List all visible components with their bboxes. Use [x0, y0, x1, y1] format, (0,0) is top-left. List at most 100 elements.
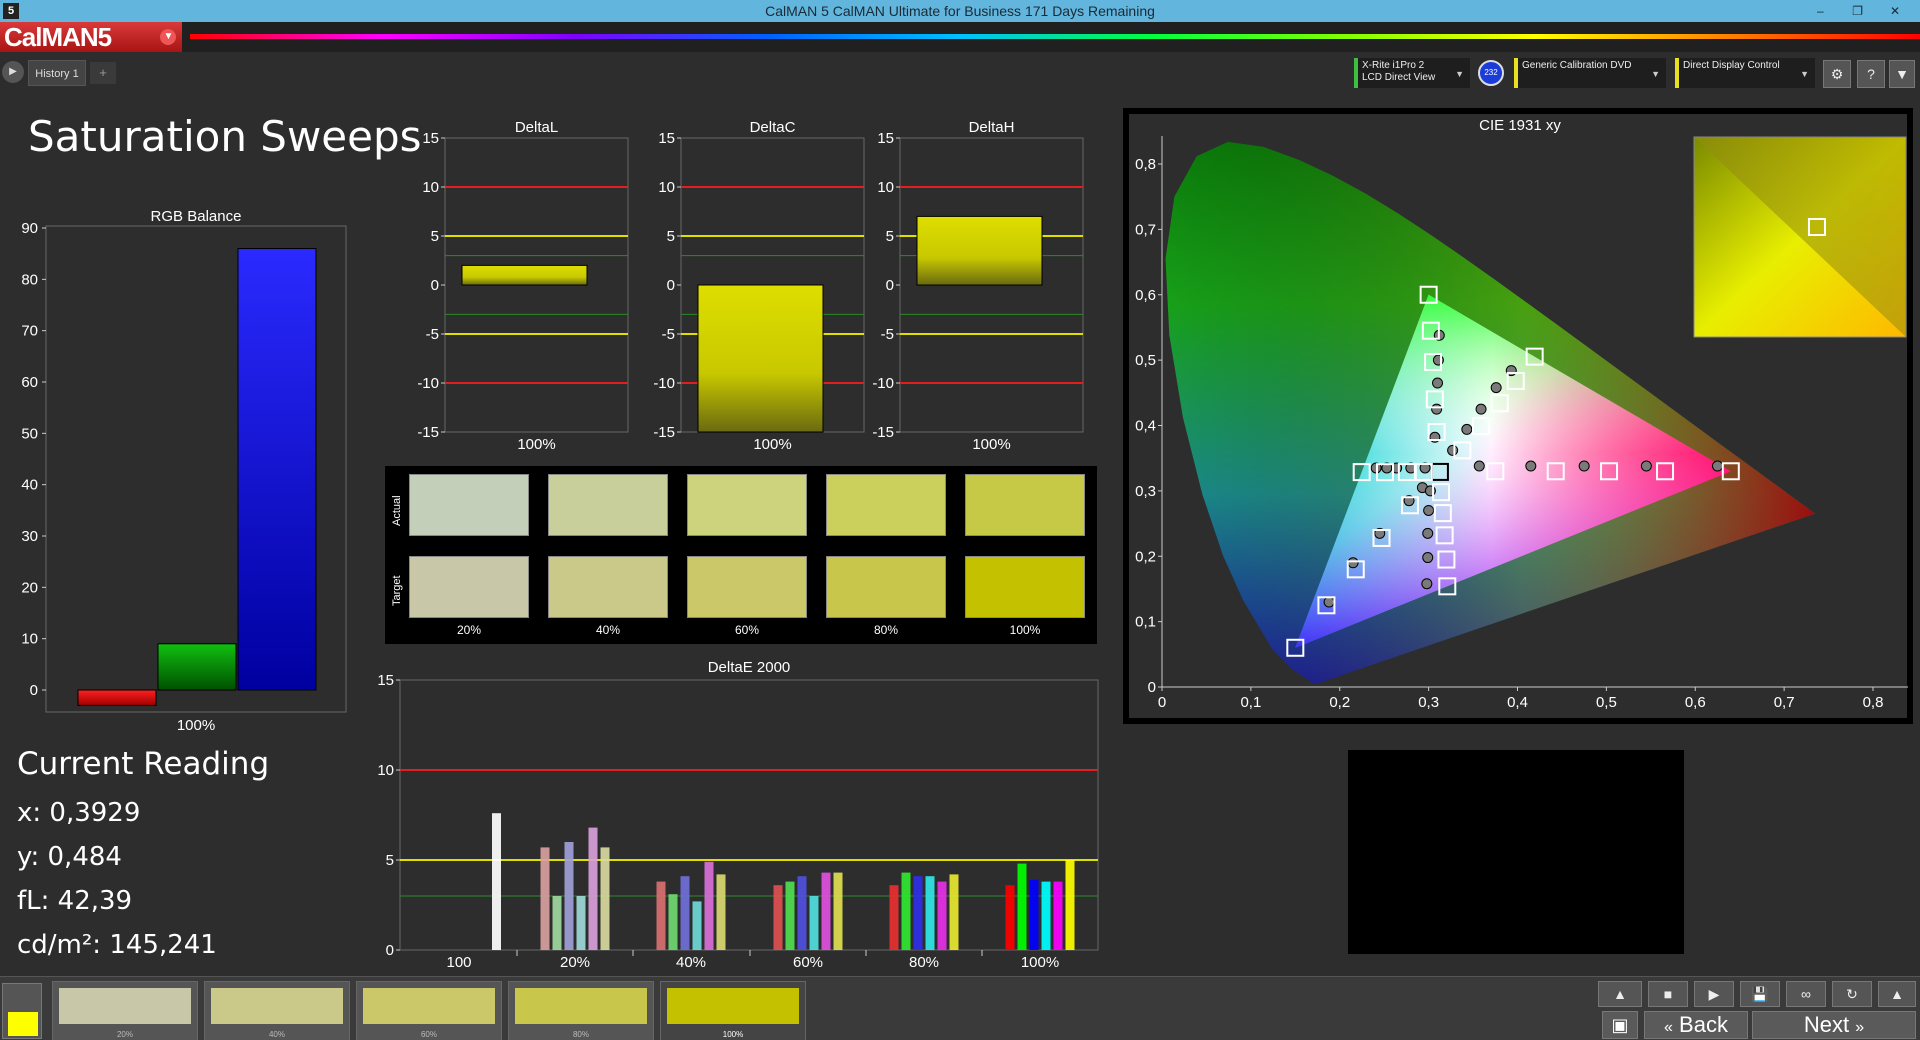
swatch-tile[interactable]: 100%	[660, 981, 806, 1040]
y-tick-label: -5	[426, 326, 439, 343]
x-tick-label: 100%	[517, 436, 555, 453]
measured-point	[1347, 557, 1359, 569]
swatch-tile[interactable]: 40%	[204, 981, 350, 1040]
measured-point	[1640, 460, 1652, 472]
chart-title: DeltaE 2000	[708, 659, 791, 676]
measured-point	[1432, 377, 1444, 389]
swatch-tile[interactable]: 60%	[356, 981, 502, 1040]
y-tick-label: 0	[386, 942, 394, 959]
y-tick-label: 0,4	[1135, 418, 1156, 435]
up-arrow-icon[interactable]: ▲	[1598, 981, 1642, 1007]
patch-label: 80%	[873, 623, 899, 637]
y-tick-label: -15	[872, 424, 894, 441]
swatch-label: 100%	[722, 1030, 744, 1039]
actual-patch	[548, 474, 668, 536]
up-arrow-icon[interactable]: ▲	[1878, 981, 1916, 1007]
stop-square-icon[interactable]: ▣	[1602, 1011, 1638, 1039]
y-tick-label: 10	[877, 179, 894, 196]
deltae-bar	[1005, 885, 1015, 950]
deltae-bar	[1065, 860, 1075, 950]
calman-window: 5 CalMAN 5 CalMAN Ultimate for Business …	[0, 0, 1920, 1040]
deltae-bar	[949, 874, 959, 950]
swatch-color	[363, 988, 495, 1024]
swatch-color	[211, 988, 343, 1024]
y-tick-label: -10	[872, 375, 894, 392]
actual-row-label: Actual	[391, 495, 403, 526]
patch-label: 60%	[734, 623, 760, 637]
delta-bar	[916, 215, 1043, 286]
deltae-bar	[540, 847, 550, 950]
x-tick-label: 0,2	[1329, 694, 1350, 711]
next-button[interactable]: Next »	[1752, 1011, 1916, 1039]
y-tick-label: 0,7	[1135, 221, 1156, 238]
deltae-bar	[552, 896, 562, 950]
y-tick-label: 0,3	[1135, 483, 1156, 500]
y-tick-label: 0,2	[1135, 548, 1156, 565]
measured-point	[1447, 444, 1459, 456]
y-tick-label: 0,6	[1135, 287, 1156, 304]
refresh-icon[interactable]: ↻	[1832, 981, 1872, 1007]
swatch-label: 40%	[268, 1030, 285, 1039]
next-label: Next	[1803, 1012, 1850, 1037]
measured-point	[1422, 527, 1434, 539]
y-tick-label: -10	[653, 375, 675, 392]
stop-icon[interactable]: ■	[1648, 981, 1688, 1007]
deltae-bar	[901, 872, 911, 950]
measured-point	[1422, 552, 1434, 564]
deltae-bar	[937, 881, 947, 950]
save-icon[interactable]: 💾	[1740, 981, 1780, 1007]
target-patch	[687, 556, 807, 618]
plot-area	[399, 679, 1099, 951]
chart-title: RGB Balance	[151, 208, 242, 225]
current-color-fill	[8, 1012, 38, 1036]
swatch-label: 20%	[116, 1030, 133, 1039]
deltae-2000-chart: DeltaE 2000 0 5 10 15 100 20% 40% 60% 80% 100%	[377, 659, 1099, 971]
back-button[interactable]: « Back	[1644, 1011, 1748, 1039]
deltae-bar	[680, 876, 690, 950]
x-tick-label: 40%	[676, 954, 706, 971]
deltae-bar	[913, 876, 923, 950]
y-tick-label: 0,5	[1135, 352, 1156, 369]
y-tick-label: 15	[658, 130, 675, 147]
x-tick-label: 100	[446, 954, 471, 971]
cie-1931-chart: CIE 1931 xy 0 0,1 0,2 0,3 0,4 0,5 0,6 0,7 0,8 0 0,1…	[1123, 108, 1913, 724]
actual-patch	[826, 474, 946, 536]
deltal-chart: DeltaL 15 10 5 0 -5 -10 -15 100%	[417, 119, 629, 453]
y-tick-label: 0	[1148, 679, 1156, 696]
y-tick-label: 0	[431, 277, 439, 294]
loop-icon[interactable]: ∞	[1786, 981, 1826, 1007]
y-tick-label: 5	[386, 852, 394, 869]
deltah-chart: DeltaH 15 10 5 0 -5 -10 -15 100%	[872, 119, 1084, 453]
y-tick-label: -15	[653, 424, 675, 441]
measured-point	[1578, 460, 1590, 472]
deltae-bar	[576, 896, 586, 950]
deltae-bar	[1053, 881, 1063, 950]
delta-bar	[461, 264, 588, 286]
swatch-tile[interactable]: 20%	[52, 981, 198, 1040]
actual-patch	[409, 474, 529, 536]
deltae-bar	[656, 881, 666, 950]
target-patch	[826, 556, 946, 618]
y-tick-label: 40	[21, 477, 38, 494]
chart-title: DeltaH	[969, 119, 1015, 136]
deltae-bar	[809, 896, 819, 950]
delta-bar	[697, 284, 824, 433]
x-tick-label: 0,6	[1685, 694, 1706, 711]
reading-fl: fL: 42,39	[17, 886, 133, 916]
measured-point	[1475, 403, 1487, 415]
swatch-tile[interactable]: 80%	[508, 981, 654, 1040]
x-tick-label: 0,5	[1596, 694, 1617, 711]
deltae-bar	[797, 876, 807, 950]
play-icon[interactable]: ▶	[1694, 981, 1734, 1007]
swatch-color	[59, 988, 191, 1024]
swatch-label: 80%	[572, 1030, 589, 1039]
current-color-swatch[interactable]	[2, 983, 42, 1039]
y-tick-label: 70	[21, 323, 38, 340]
patch-comparison-panel: Actual Target 20% 40% 60% 80% 100%	[385, 466, 1097, 644]
x-tick-label: 20%	[560, 954, 590, 971]
bottom-bar: 20% 40% 60% 80% 100% ▲ ■ ▶ 💾 ∞ ↻ ▲ ▣ « Back …	[0, 976, 1920, 1040]
y-tick-label: 10	[658, 179, 675, 196]
chart-title: CIE 1931 xy	[1479, 117, 1561, 134]
deltae-bar	[704, 861, 714, 950]
deltae-bar	[925, 876, 935, 950]
